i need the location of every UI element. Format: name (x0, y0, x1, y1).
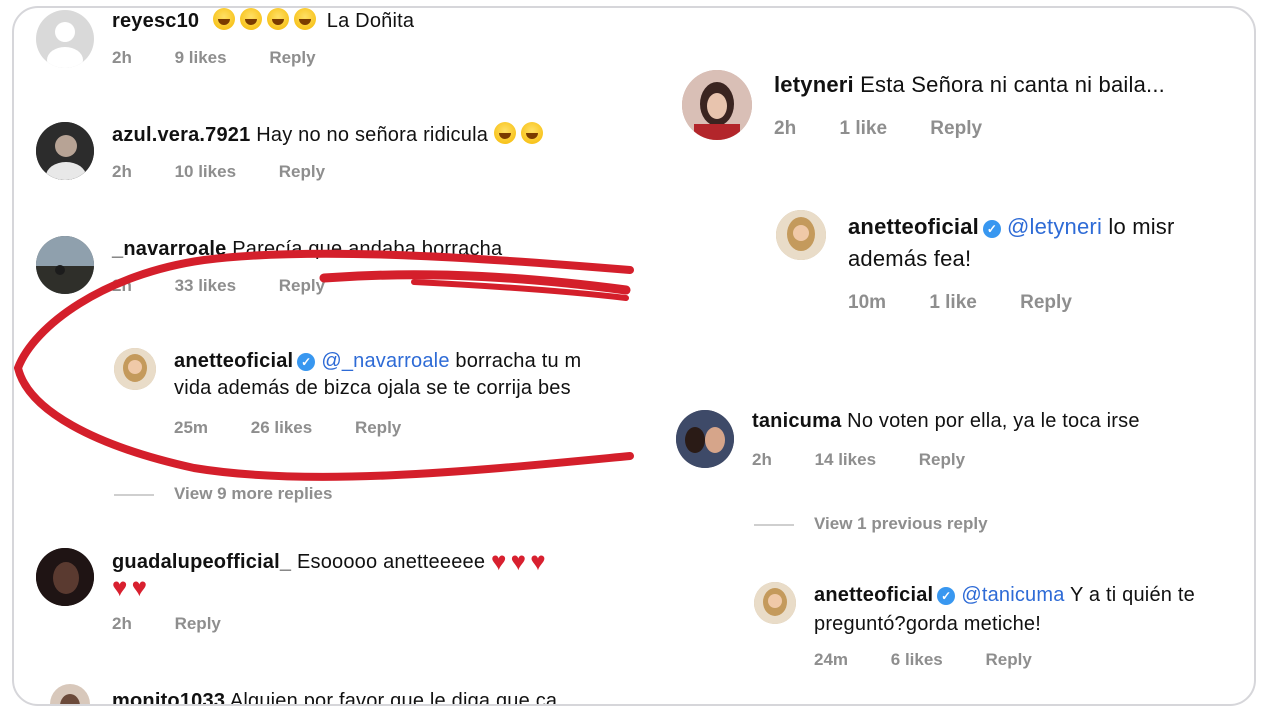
comment-body: Y a ti quién te (1069, 584, 1195, 606)
likes-count[interactable]: 10 likes (175, 162, 236, 181)
reply-button[interactable]: Reply (279, 162, 325, 181)
comment-body: Alguien por favor que le diga que ca (229, 690, 558, 704)
heart-emoji-icon: ♥ (112, 572, 128, 602)
comment-time: 2h (774, 118, 797, 139)
comment-body: Esooooo anetteeeee (296, 551, 486, 573)
comment-username[interactable]: anetteoficial (174, 350, 293, 372)
avatar[interactable] (36, 122, 94, 180)
comment-text-line2: vida además de bizca ojala se te corrija… (174, 377, 571, 399)
comment-username[interactable]: anetteoficial (848, 214, 979, 239)
mention-link[interactable]: @letyneri (1007, 214, 1102, 239)
reply-button[interactable]: Reply (269, 48, 315, 67)
laugh-emoji-icon (213, 8, 321, 32)
reply-button[interactable]: Reply (355, 418, 401, 437)
avatar[interactable] (676, 410, 734, 468)
comment-username[interactable]: tanicuma (752, 410, 841, 432)
likes-count[interactable]: 33 likes (175, 276, 236, 295)
avatar[interactable] (36, 236, 94, 294)
view-previous-reply-button[interactable]: View 1 previous reply (814, 514, 988, 534)
verified-badge-icon: ✓ (297, 353, 316, 371)
comment-time: 10m (848, 292, 887, 313)
comment-time: 2h (112, 276, 132, 295)
heart-emoji-icon: ♥ (510, 546, 527, 576)
comment-text: reyesc10 La Doñita (112, 8, 414, 34)
comment-username[interactable]: _navarroale (112, 238, 227, 260)
comment-meta: 2h 10 likes Reply (112, 162, 363, 182)
mention-link[interactable]: @_navarroale (321, 350, 449, 372)
comment-meta: 2h 33 likes Reply (112, 276, 363, 296)
comment-body: No voten por ella, ya le toca irse (847, 410, 1140, 432)
comment-time: 2h (112, 614, 132, 633)
avatar-default-icon[interactable] (36, 10, 94, 68)
comment-body: Hay no no señora ridicula (256, 124, 489, 146)
comment-text-line2: además fea! (848, 246, 972, 271)
comment-text: anetteoficial ✓ @tanicuma Y a ti quién te (814, 582, 1195, 608)
comment-body: lo misr (1108, 214, 1175, 239)
replies-divider (114, 494, 154, 496)
comment-text: guadalupeofficial_ Esooooo anetteeeee ♥ ♥… (112, 548, 550, 575)
avatar[interactable] (754, 582, 796, 624)
laugh-emoji-icon (493, 122, 548, 146)
comment-text: _navarroale Parecía que andaba borracha (112, 236, 502, 262)
comment-meta: 25m 26 likes Reply (174, 418, 439, 438)
comment-text: monito1033 Alguien por favor que le diga… (112, 688, 557, 704)
comment-username[interactable]: guadalupeofficial_ (112, 551, 291, 573)
comment-body: Esta Señora ni canta ni baila... (860, 72, 1165, 97)
left-comment-column: reyesc10 La Doñita 2h 9 likes Reply azul… (14, 8, 642, 704)
comment-username[interactable]: letyneri (774, 72, 854, 97)
comment-text: anetteoficial ✓ @letyneri lo misr (848, 214, 1175, 240)
comment-text-line2: ♥ ♥ (112, 574, 151, 601)
likes-count[interactable]: 9 likes (175, 48, 227, 67)
comment-text: tanicuma No voten por ella, ya le toca i… (752, 408, 1140, 434)
reply-button[interactable]: Reply (986, 650, 1032, 669)
heart-emoji-icon: ♥ (530, 546, 546, 576)
likes-count[interactable]: 26 likes (251, 418, 312, 437)
comment-username[interactable]: anetteoficial (814, 584, 933, 606)
reply-button[interactable]: Reply (175, 614, 221, 633)
avatar[interactable] (36, 548, 94, 606)
comment-meta: 2h 9 likes Reply (112, 48, 354, 68)
comment-time: 24m (814, 650, 849, 669)
screenshot-frame: reyesc10 La Doñita 2h 9 likes Reply azul… (12, 6, 1256, 706)
replies-divider (754, 524, 794, 526)
likes-count[interactable]: 1 like (929, 292, 977, 313)
reply-button[interactable]: Reply (1020, 292, 1072, 313)
reply-button[interactable]: Reply (919, 450, 965, 469)
likes-count[interactable]: 14 likes (815, 450, 876, 469)
avatar[interactable] (776, 210, 826, 260)
reply-button[interactable]: Reply (930, 118, 982, 139)
heart-emoji-icon: ♥ (131, 572, 148, 602)
comment-text-line2: preguntó?gorda metiche! (814, 613, 1041, 635)
comment-body: Parecía que andaba borracha (232, 238, 503, 260)
comment-time: 2h (752, 450, 772, 469)
heart-emoji-icon: ♥ (490, 546, 507, 576)
verified-badge-icon: ✓ (937, 587, 956, 605)
comment-username[interactable]: azul.vera.7921 (112, 124, 250, 146)
avatar[interactable] (682, 70, 752, 140)
comment-username[interactable]: monito1033 (112, 690, 225, 704)
comment-text: anetteoficial ✓ @_navarroale borracha tu m (174, 348, 581, 374)
comment-username[interactable]: reyesc10 (112, 10, 199, 32)
comment-text: azul.vera.7921 Hay no no señora ridicula (112, 122, 548, 148)
comment-text: letyneri Esta Señora ni canta ni baila..… (774, 72, 1165, 98)
reply-button[interactable]: Reply (279, 276, 325, 295)
comment-body: borracha tu m (455, 350, 582, 372)
avatar[interactable] (50, 684, 90, 704)
comment-time: 2h (112, 162, 132, 181)
comment-time: 2h (112, 48, 132, 67)
comment-meta: 24m 6 likes Reply (814, 650, 1070, 670)
avatar[interactable] (114, 348, 156, 390)
likes-count[interactable]: 6 likes (891, 650, 943, 669)
right-comment-column: letyneri Esta Señora ni canta ni baila..… (642, 8, 1254, 704)
comment-meta: 10m 1 like Reply (848, 292, 1110, 314)
comment-meta: 2h 1 like Reply (774, 118, 1020, 140)
comment-meta: 2h Reply (112, 614, 259, 634)
comment-meta: 2h 14 likes Reply (752, 450, 1003, 470)
comment-time: 25m (174, 418, 209, 437)
view-more-replies-button[interactable]: View 9 more replies (174, 484, 332, 504)
comment-body: La Doñita (326, 10, 415, 32)
verified-badge-icon: ✓ (982, 220, 1001, 238)
likes-count[interactable]: 1 like (839, 118, 887, 139)
mention-link[interactable]: @tanicuma (961, 584, 1064, 606)
